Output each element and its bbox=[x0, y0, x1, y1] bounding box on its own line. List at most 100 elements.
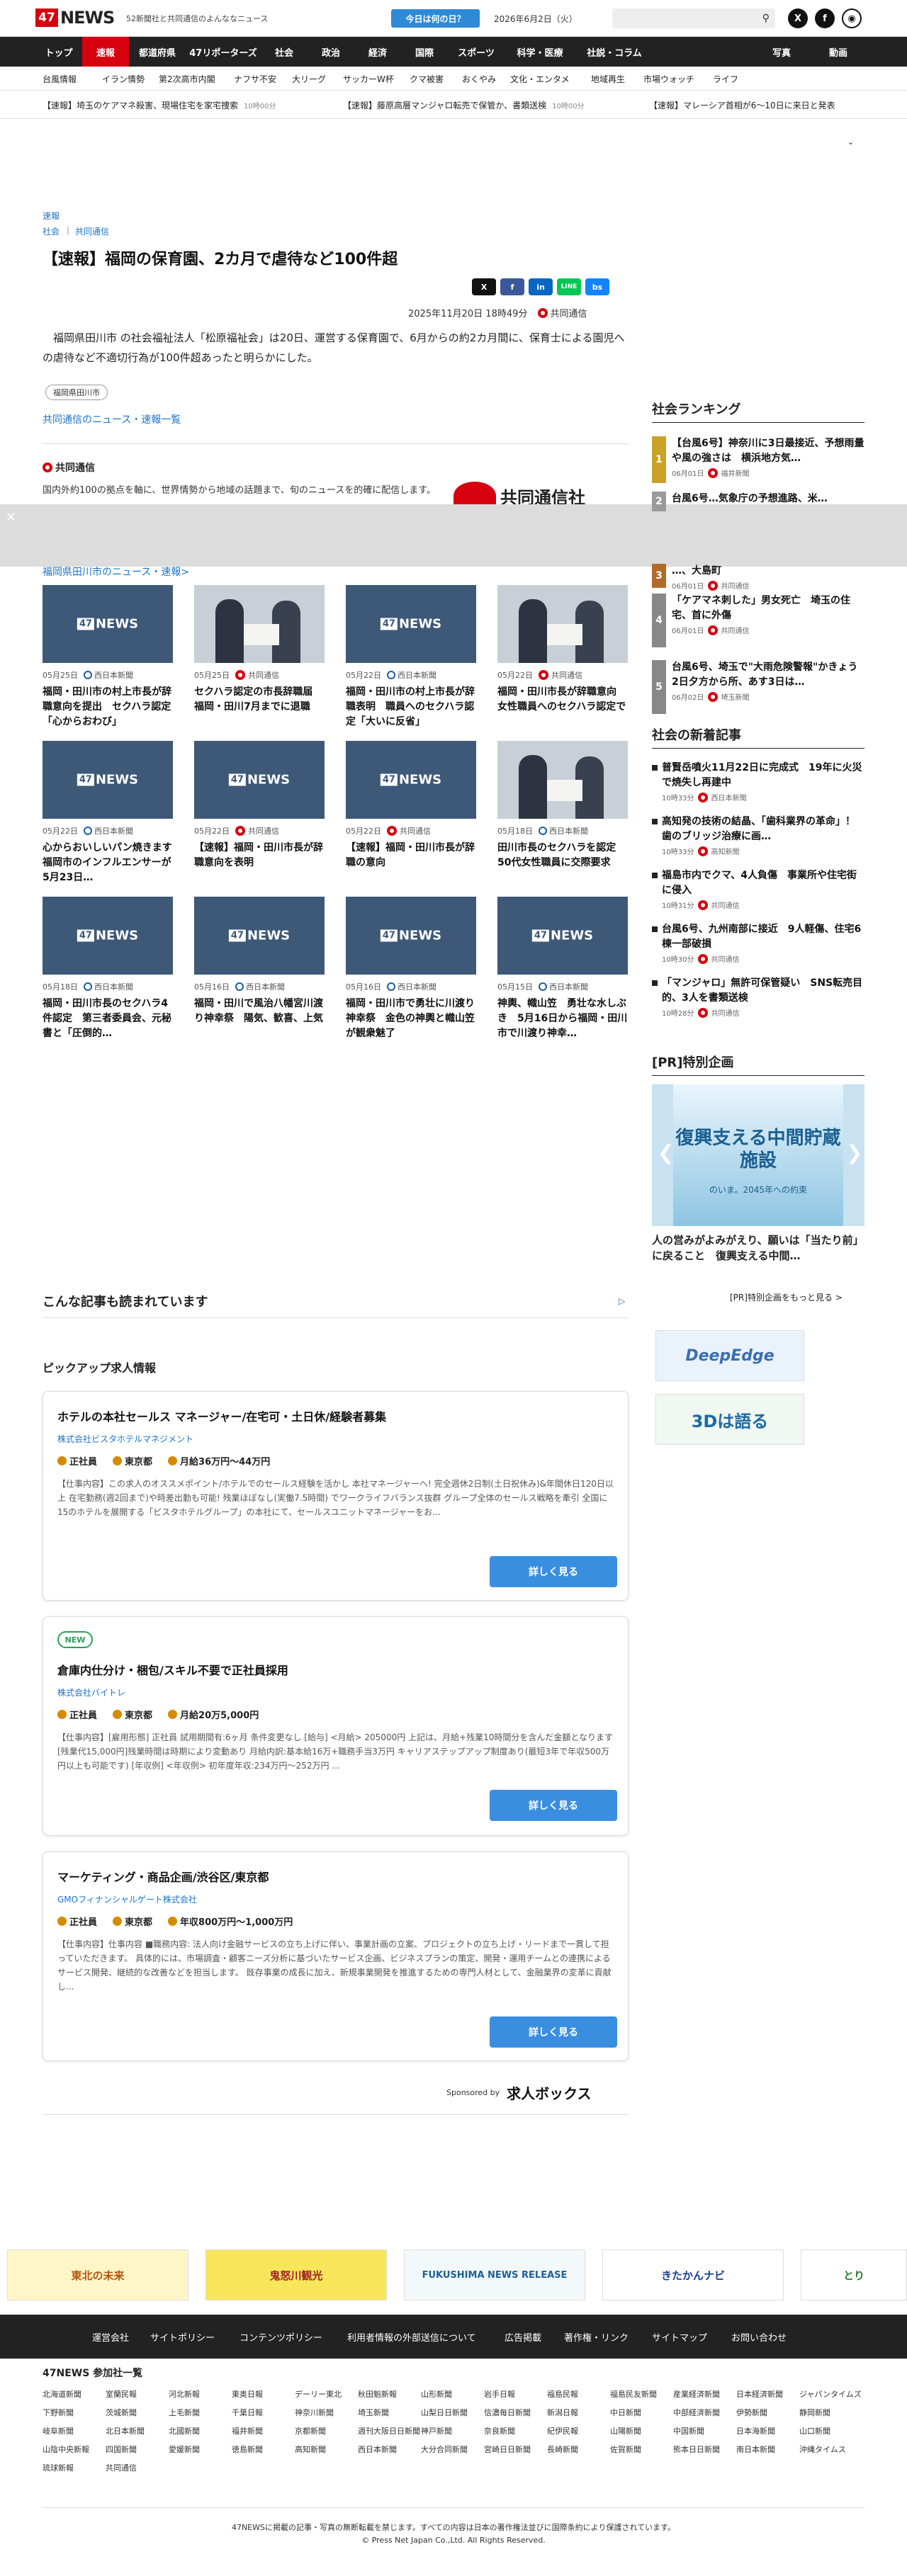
member-link[interactable]: 沖縄タイムス bbox=[799, 2444, 846, 2455]
nav-item-video[interactable]: 動画 bbox=[815, 37, 862, 67]
member-link[interactable]: 上毛新聞 bbox=[169, 2407, 200, 2418]
footer-link[interactable]: サイトマップ bbox=[652, 2330, 707, 2344]
member-link[interactable]: 日本海新聞 bbox=[736, 2425, 775, 2436]
member-link[interactable]: 室蘭民報 bbox=[106, 2388, 137, 2400]
related-card[interactable]: 47 NEWS 05月22日 共同通信 【速報】福岡・田川市長が辞職意向を表明 bbox=[194, 741, 325, 885]
tag-chip[interactable]: 福岡県田川市 bbox=[45, 385, 108, 400]
member-link[interactable]: 岩手日報 bbox=[484, 2388, 515, 2400]
member-link[interactable]: 北海道新聞 bbox=[43, 2388, 81, 2400]
related-card[interactable]: 47 NEWS 05月16日 西日本新聞 福岡・田川で風治八幡宮川渡り神幸祭 陽気、歓喜… bbox=[194, 897, 325, 1041]
nav-item-reporters[interactable]: 47リポーターズ bbox=[186, 37, 261, 67]
member-link[interactable]: 大分合同新聞 bbox=[421, 2444, 468, 2455]
job-title[interactable]: 倉庫内仕分け・梱包/スキル不要で正社員採用 bbox=[57, 1661, 288, 1678]
ranking-item[interactable]: 2 台風6号…気象庁の予想進路、米… bbox=[652, 492, 864, 511]
share-bluesky-button[interactable]: bs bbox=[585, 278, 609, 295]
topic-item[interactable]: おくやみ bbox=[462, 73, 496, 85]
bottom-banner[interactable]: きたかんナビ bbox=[602, 2249, 784, 2300]
member-link[interactable]: 共同通信 bbox=[106, 2462, 137, 2473]
bottom-banner[interactable]: とり bbox=[801, 2249, 907, 2300]
job-detail-button[interactable]: 詳しく見る bbox=[490, 2016, 617, 2048]
related-card[interactable]: 05月25日 共同通信 セクハラ認定の市長辞職届 福岡・田川7月までに退職 bbox=[194, 585, 325, 730]
nav-item-science[interactable]: 科学・医療 bbox=[505, 37, 575, 67]
chevron-left-icon[interactable]: ❮ bbox=[658, 1141, 674, 1164]
topic-item[interactable]: イラン情勢 bbox=[102, 73, 145, 85]
member-link[interactable]: 産業経済新聞 bbox=[673, 2388, 720, 2400]
topic-item[interactable]: 台風情報 bbox=[43, 73, 77, 85]
topic-item[interactable]: 市場ウォッチ bbox=[643, 73, 694, 85]
footer-link[interactable]: お問い合わせ bbox=[731, 2330, 787, 2344]
related-card[interactable]: 47 NEWS 05月25日 西日本新聞 福岡・田川市の村上市長が辞職意向を提出 セクハ… bbox=[43, 585, 173, 730]
ticker-item[interactable]: 【速報】埼玉のケアマネ殺害、現場住宅を家宅捜索 10時00分 bbox=[43, 99, 276, 111]
related-card[interactable]: 05月18日 西日本新聞 田川市長のセクハラを認定 50代女性職員に交際要求 bbox=[497, 741, 628, 885]
bottom-banner[interactable]: FUKUSHIMA NEWS RELEASE bbox=[404, 2249, 585, 2300]
globe-icon[interactable]: ◉ bbox=[842, 8, 862, 28]
member-link[interactable]: 山口新聞 bbox=[799, 2425, 830, 2436]
nav-item-society[interactable]: 社会 bbox=[261, 37, 308, 67]
facebook-icon[interactable]: f bbox=[815, 8, 835, 28]
3d-banner[interactable]: 3Dは語る bbox=[655, 1394, 804, 1445]
member-link[interactable]: 奈良新聞 bbox=[484, 2425, 515, 2436]
pr-banner[interactable]: 復興支える中間貯蔵施設 のいま。2045年への約束 ❮ ❯ bbox=[652, 1084, 864, 1226]
job-card[interactable]: NEW 倉庫内仕分け・梱包/スキル不要で正社員採用 株式会社バイトレ 正社員 東… bbox=[43, 1616, 629, 1836]
topic-item[interactable]: クマ被害 bbox=[410, 73, 444, 85]
job-title[interactable]: ホテルの本社セールス マネージャー/在宅可・土日休/経験者募集 bbox=[57, 1407, 386, 1424]
member-link[interactable]: 福島民報 bbox=[547, 2388, 578, 2400]
close-icon[interactable]: ✕ bbox=[6, 510, 16, 525]
share-line-button[interactable]: LINE bbox=[557, 278, 581, 295]
member-link[interactable]: 信濃毎日新聞 bbox=[484, 2407, 531, 2418]
footer-link[interactable]: サイトポリシー bbox=[150, 2330, 215, 2344]
related-card[interactable]: 47 NEWS 05月18日 西日本新聞 福岡・田川市長のセクハラ4件認定 第三者委員会… bbox=[43, 897, 173, 1041]
member-link[interactable]: 日本経済新聞 bbox=[736, 2388, 783, 2400]
member-link[interactable]: 岐阜新聞 bbox=[43, 2425, 74, 2436]
member-link[interactable]: デーリー東北 bbox=[295, 2388, 342, 2400]
member-link[interactable]: 宮崎日日新聞 bbox=[484, 2444, 531, 2455]
breadcrumb-society[interactable]: 社会 bbox=[43, 225, 60, 237]
member-link[interactable]: 熊本日日新聞 bbox=[673, 2444, 720, 2455]
member-link[interactable]: 北日本新聞 bbox=[106, 2425, 145, 2436]
member-link[interactable]: 南日本新聞 bbox=[736, 2444, 775, 2455]
x-icon[interactable]: X bbox=[788, 8, 808, 28]
member-link[interactable]: ジャパンタイムズ bbox=[799, 2388, 862, 2400]
chevron-down-icon[interactable]: ⌄ bbox=[847, 137, 854, 147]
member-link[interactable]: 琉球新報 bbox=[43, 2462, 74, 2473]
member-link[interactable]: 中国新聞 bbox=[673, 2425, 704, 2436]
news-item[interactable]: 普賢岳噴火11月22日に完成式 19年に火災で焼失し再建中 10時33分 西日本新聞 bbox=[652, 761, 864, 802]
site-logo[interactable]: 47 NEWS bbox=[35, 7, 115, 28]
member-link[interactable]: 中日新聞 bbox=[610, 2407, 641, 2418]
chevron-right-icon[interactable]: ❯ bbox=[846, 1141, 862, 1164]
related-card[interactable]: 05月22日 共同通信 福岡・田川市長が辞職意向 女性職員へのセクハラ認定で bbox=[497, 585, 628, 730]
member-link[interactable]: 福島民友新聞 bbox=[610, 2388, 657, 2400]
member-link[interactable]: 伊勢新聞 bbox=[736, 2407, 767, 2418]
member-link[interactable]: 山形新聞 bbox=[421, 2388, 452, 2400]
footer-link[interactable]: コンテンツポリシー bbox=[240, 2330, 322, 2344]
bottom-banner[interactable]: 東北の未来 bbox=[7, 2249, 188, 2300]
ranking-item[interactable]: 3 …、大島町 06月01日 共同通信 bbox=[652, 564, 864, 591]
search-icon[interactable]: ⚲ bbox=[762, 13, 770, 24]
member-link[interactable]: 山陽新聞 bbox=[610, 2425, 641, 2436]
pr-more-link[interactable]: [PR]特別企画をもっと見る > bbox=[730, 1291, 843, 1303]
topic-item[interactable]: 第2次高市内閣 bbox=[159, 73, 215, 85]
member-link[interactable]: 中部経済新聞 bbox=[673, 2407, 720, 2418]
news-item[interactable]: 「マンジャロ」無許可保管疑い SNS転売目的、3人を書類送検 10時28分 共同通信 bbox=[652, 976, 864, 1018]
sponsor-logo[interactable]: 求人ボックス bbox=[507, 2082, 591, 2103]
nav-item-breaking[interactable]: 速報 bbox=[82, 37, 129, 67]
member-link[interactable]: 佐賀新聞 bbox=[610, 2444, 641, 2455]
footer-link[interactable]: 広告掲載 bbox=[505, 2330, 541, 2344]
member-link[interactable]: 高知新聞 bbox=[295, 2444, 326, 2455]
footer-link[interactable]: 利用者情報の外部送信について bbox=[347, 2330, 476, 2344]
ticker-item[interactable]: 【速報】藤原高層マンジャロ転売で保管か、書類送検 10時00分 bbox=[343, 99, 585, 111]
search-input[interactable] bbox=[612, 8, 754, 28]
nav-item-prefecture[interactable]: 都道府県 bbox=[129, 37, 186, 67]
topic-item[interactable]: ナフサ不安 bbox=[234, 73, 276, 85]
member-link[interactable]: 福井新聞 bbox=[232, 2425, 263, 2436]
member-link[interactable]: 山梨日日新聞 bbox=[421, 2407, 468, 2418]
share-facebook-button[interactable]: f bbox=[500, 278, 524, 295]
news-item[interactable]: 高知発の技術の結晶、「歯科業界の革命」！ 歯のブリッジ治療に画… 10時33分 高知… bbox=[652, 815, 865, 856]
nav-item-top[interactable]: トップ bbox=[35, 37, 82, 67]
tagawa-news-link[interactable]: 福岡県田川市のニュース・速報> bbox=[43, 564, 189, 579]
share-x-button[interactable]: X bbox=[472, 278, 496, 295]
today-button[interactable]: 今日は何の日？ bbox=[391, 9, 480, 28]
related-card[interactable]: 47 NEWS 05月22日 西日本新聞 福岡・田川市の村上市長が辞職表明 職員へのセク… bbox=[346, 585, 476, 730]
member-link[interactable]: 神戸新聞 bbox=[421, 2425, 452, 2436]
nav-item-politics[interactable]: 政治 bbox=[308, 37, 354, 67]
